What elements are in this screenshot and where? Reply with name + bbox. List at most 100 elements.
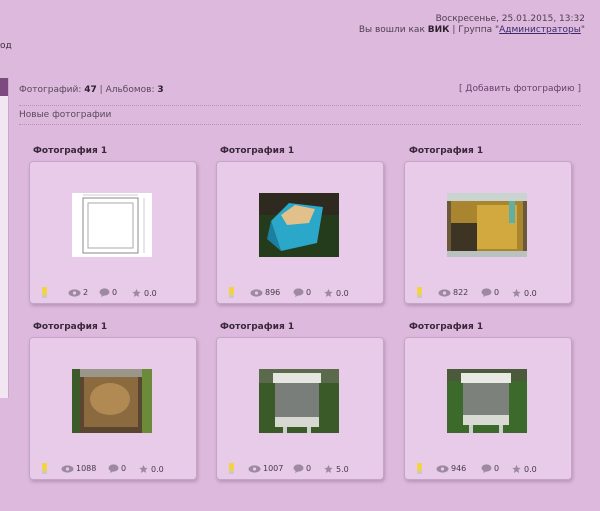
- rating-value: 0.0: [524, 288, 537, 298]
- rating-value: 0.0: [336, 288, 349, 298]
- views-count: 896: [265, 288, 281, 297]
- comments-count: 0: [121, 464, 127, 473]
- comments-count: 0: [112, 288, 118, 297]
- rating-value: 0.0: [151, 464, 164, 474]
- rating-value: 0.0: [144, 288, 157, 298]
- star-icon: [324, 464, 333, 473]
- comments-group: 0: [108, 464, 126, 473]
- rating-group: 0.0: [511, 464, 537, 474]
- views-count: 822: [453, 288, 469, 297]
- comments-count: 0: [306, 464, 312, 473]
- eye-icon: [68, 288, 81, 297]
- rating-value: 5.0: [336, 464, 349, 474]
- comment-icon: [99, 288, 110, 297]
- views-count: 2: [83, 288, 89, 297]
- gallery-stats: Фотографий: 47 | Альбомов: 3: [19, 85, 164, 95]
- user-name: ВИК: [427, 25, 450, 35]
- current-date: Воскресенье, 25.01.2015, 13:32: [435, 14, 585, 24]
- eye-icon: [248, 464, 261, 473]
- comment-icon: [481, 464, 492, 473]
- photos-label: Фотографий:: [19, 85, 82, 95]
- comments-group: 0: [481, 464, 499, 473]
- star-icon: [512, 464, 521, 473]
- views-count: 1088: [76, 464, 97, 473]
- views-group: 1007: [248, 464, 283, 473]
- bracket-open: [: [459, 84, 463, 94]
- nav-link-partial[interactable]: од: [0, 41, 12, 51]
- comments-group: 0: [293, 288, 311, 297]
- photo-title[interactable]: Фотография 1: [220, 146, 294, 156]
- photo-card[interactable]: 1007 0 5.0: [216, 337, 384, 480]
- views-count: 946: [451, 464, 467, 473]
- views-group: 1088: [61, 464, 96, 473]
- group-prefix: | Группа ": [452, 25, 500, 35]
- eye-icon: [61, 464, 74, 473]
- rating-value: 0.0: [524, 464, 537, 474]
- photo-thumbnail[interactable]: [259, 369, 339, 433]
- photo-title[interactable]: Фотография 1: [220, 322, 294, 332]
- views-count: 1007: [263, 464, 284, 473]
- photo-card[interactable]: 1088 0 0.0: [29, 337, 197, 480]
- eye-icon: [436, 464, 449, 473]
- stats-separator: |: [99, 85, 103, 95]
- star-icon: [512, 288, 521, 297]
- pencil-icon[interactable]: [417, 463, 422, 474]
- comments-group: 0: [481, 288, 499, 297]
- photo-thumbnail[interactable]: [447, 369, 527, 433]
- photo-card[interactable]: 896 0 0.0: [216, 161, 384, 304]
- pencil-icon[interactable]: [229, 463, 234, 474]
- photos-count: 47: [84, 85, 97, 95]
- albums-label: Альбомов:: [105, 85, 155, 95]
- star-icon: [132, 288, 141, 297]
- photo-title[interactable]: Фотография 1: [33, 146, 107, 156]
- left-panel-edge: [0, 78, 9, 398]
- login-info: Вы вошли как ВИК | Группа "Администратор…: [359, 25, 585, 35]
- photo-card[interactable]: 2 0 0.0: [29, 161, 197, 304]
- photo-card[interactable]: 822 0 0.0: [404, 161, 572, 304]
- views-group: 2: [68, 288, 88, 297]
- photo-card[interactable]: 946 0 0.0: [404, 337, 572, 480]
- comment-icon: [293, 464, 304, 473]
- photo-title[interactable]: Фотография 1: [409, 322, 483, 332]
- section-title: Новые фотографии: [19, 110, 112, 120]
- comments-count: 0: [306, 288, 312, 297]
- rating-group: 0.0: [511, 288, 537, 298]
- eye-icon: [438, 288, 451, 297]
- views-group: 822: [438, 288, 468, 297]
- pencil-icon[interactable]: [417, 287, 422, 298]
- photo-thumbnail[interactable]: [72, 193, 152, 257]
- photo-title[interactable]: Фотография 1: [409, 146, 483, 156]
- bracket-close: ]: [577, 84, 581, 94]
- rating-group: 0.0: [138, 464, 164, 474]
- rating-group: 0.0: [131, 288, 157, 298]
- add-photo-label[interactable]: Добавить фотографию: [465, 84, 574, 94]
- comment-icon: [293, 288, 304, 297]
- comments-group: 0: [99, 288, 117, 297]
- comment-icon: [481, 288, 492, 297]
- pencil-icon[interactable]: [229, 287, 234, 298]
- divider-section: [19, 124, 581, 125]
- comments-count: 0: [494, 464, 500, 473]
- star-icon: [139, 464, 148, 473]
- comments-group: 0: [293, 464, 311, 473]
- photo-thumbnail[interactable]: [447, 193, 527, 257]
- group-suffix: ": [580, 25, 585, 35]
- add-photo-link[interactable]: [ Добавить фотографию ]: [459, 84, 581, 94]
- views-group: 946: [436, 464, 466, 473]
- divider-top: [19, 105, 581, 106]
- photo-thumbnail[interactable]: [259, 193, 339, 257]
- star-icon: [324, 288, 333, 297]
- rating-group: 0.0: [323, 288, 349, 298]
- photo-thumbnail[interactable]: [72, 369, 152, 433]
- rating-group: 5.0: [323, 464, 349, 474]
- pencil-icon[interactable]: [42, 287, 47, 298]
- albums-count: 3: [157, 85, 164, 95]
- views-group: 896: [250, 288, 280, 297]
- group-link[interactable]: Администраторы: [499, 25, 581, 35]
- comments-count: 0: [494, 288, 500, 297]
- eye-icon: [250, 288, 263, 297]
- login-prefix: Вы вошли как: [358, 25, 425, 35]
- left-panel-tab[interactable]: [0, 78, 8, 96]
- pencil-icon[interactable]: [42, 463, 47, 474]
- photo-title[interactable]: Фотография 1: [33, 322, 107, 332]
